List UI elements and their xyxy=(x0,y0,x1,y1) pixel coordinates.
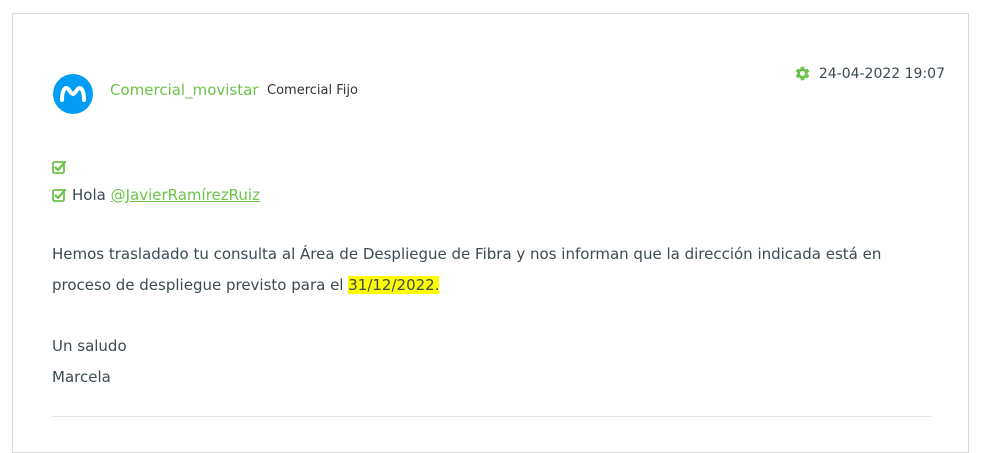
signature-name: Marcela xyxy=(52,368,111,386)
highlighted-date: 31/12/2022. xyxy=(348,276,440,294)
user-mention-link[interactable]: @JavierRamírezRuiz xyxy=(111,186,260,204)
divider xyxy=(52,416,931,417)
author-name-link[interactable]: Comercial_movistar xyxy=(110,81,259,99)
check-square-icon xyxy=(52,188,66,202)
gear-icon xyxy=(794,65,811,82)
closing-greeting: Un saludo xyxy=(52,337,127,355)
post-body: Hola @JavierRamírezRuiz Hemos trasladado… xyxy=(52,153,942,393)
check-line-empty xyxy=(52,153,942,181)
greeting-line: Hola @JavierRamírezRuiz xyxy=(52,181,942,209)
message-paragraph: Hemos trasladado tu consulta al Área de … xyxy=(52,239,942,301)
avatar[interactable] xyxy=(53,74,93,114)
message-text: Hemos trasladado tu consulta al Área de … xyxy=(52,245,882,294)
check-square-icon xyxy=(52,160,66,174)
author-rank: Comercial Fijo xyxy=(267,83,358,98)
post-card: Comercial_movistar Comercial Fijo 24-04-… xyxy=(12,13,969,453)
timestamp-text: 24-04-2022 19:07 xyxy=(818,65,945,82)
movistar-logo-icon xyxy=(60,85,86,102)
greeting-text: Hola xyxy=(72,186,111,204)
post-timestamp: 24-04-2022 19:07 xyxy=(794,65,945,82)
